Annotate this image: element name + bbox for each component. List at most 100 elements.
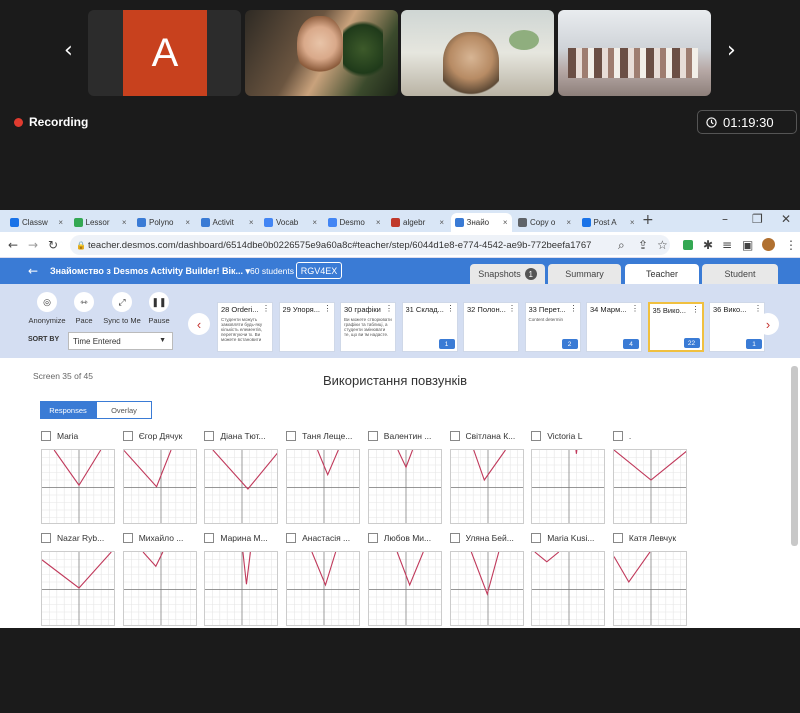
overlay-toggle[interactable]: Overlay bbox=[96, 401, 152, 419]
student-graph[interactable] bbox=[286, 551, 361, 626]
extension-icon[interactable] bbox=[683, 240, 693, 250]
screens-next-button[interactable]: › bbox=[757, 313, 779, 335]
screen-card[interactable]: 30 графіки ⋮ Ви можете створювати графіки … bbox=[340, 302, 396, 352]
student-checkbox[interactable] bbox=[204, 431, 215, 441]
student-checkbox[interactable] bbox=[367, 431, 378, 441]
student-graph[interactable] bbox=[612, 449, 687, 524]
class-code[interactable]: RGV4EX bbox=[296, 262, 342, 279]
card-menu-icon[interactable]: ⋮ bbox=[570, 304, 578, 313]
browser-tab[interactable]: Vocab × bbox=[260, 213, 321, 232]
card-menu-icon[interactable]: ⋮ bbox=[631, 304, 639, 313]
close-tab-icon[interactable]: × bbox=[312, 218, 321, 227]
scrollbar[interactable] bbox=[791, 366, 798, 546]
close-tab-icon[interactable]: × bbox=[503, 218, 512, 227]
participant-tile-a[interactable]: A bbox=[88, 10, 241, 96]
forward-icon[interactable]: → bbox=[28, 238, 38, 252]
browser-tab[interactable]: algebr × bbox=[387, 213, 448, 232]
close-tab-icon[interactable]: × bbox=[58, 218, 67, 227]
card-menu-icon[interactable]: ⋮ bbox=[324, 304, 332, 313]
screen-card[interactable]: 29 Упоря... ⋮ bbox=[278, 302, 335, 352]
screen-card[interactable]: 28 Orderi... ⋮ Студенти можуть замовляти б… bbox=[217, 302, 273, 352]
tab-teacher[interactable]: Teacher bbox=[625, 264, 699, 284]
puzzle-icon[interactable]: ✱ bbox=[703, 238, 713, 252]
screen-card[interactable]: 35 Вико... ⋮ 22 bbox=[647, 302, 704, 352]
student-checkbox[interactable] bbox=[122, 431, 133, 441]
student-graph[interactable] bbox=[41, 551, 115, 626]
sidebar-icon[interactable]: ▣ bbox=[742, 238, 753, 252]
card-menu-icon[interactable]: ⋮ bbox=[447, 304, 455, 313]
header-back-icon[interactable]: ← bbox=[28, 264, 38, 278]
student-checkbox[interactable] bbox=[41, 533, 51, 543]
screen-card[interactable]: 32 Полон... ⋮ bbox=[463, 302, 519, 352]
student-checkbox[interactable] bbox=[286, 431, 297, 441]
card-menu-icon[interactable]: ⋮ bbox=[262, 304, 270, 313]
browser-menu-icon[interactable]: ⋮ bbox=[785, 238, 797, 252]
share-icon[interactable]: ⇪ bbox=[638, 238, 648, 252]
student-checkbox[interactable] bbox=[449, 533, 460, 543]
close-tab-icon[interactable]: × bbox=[185, 218, 194, 227]
browser-tab[interactable]: Desmo × bbox=[324, 213, 385, 232]
bookmark-star-icon[interactable]: ☆ bbox=[657, 238, 668, 252]
browser-tab[interactable]: Activit × bbox=[197, 213, 258, 232]
student-graph[interactable] bbox=[367, 449, 442, 524]
card-menu-icon[interactable]: ⋮ bbox=[508, 304, 516, 313]
url-field[interactable]: 🔒 teacher.desmos.com/dashboard/6514dbe0b… bbox=[70, 235, 670, 255]
profile-avatar[interactable] bbox=[762, 238, 775, 251]
browser-tab[interactable]: Copy o × bbox=[514, 213, 575, 232]
screen-card[interactable]: 33 Перет... ⋮ Content determin 2 bbox=[524, 302, 581, 352]
student-graph[interactable] bbox=[122, 551, 197, 626]
student-checkbox[interactable] bbox=[122, 533, 133, 543]
student-checkbox[interactable] bbox=[449, 431, 460, 441]
minimize-icon[interactable]: – bbox=[722, 212, 728, 226]
close-tab-icon[interactable]: × bbox=[376, 218, 385, 227]
card-menu-icon[interactable]: ⋮ bbox=[385, 304, 393, 313]
student-checkbox[interactable] bbox=[204, 533, 215, 543]
browser-tab[interactable]: Classw × bbox=[6, 213, 67, 232]
student-graph[interactable] bbox=[612, 551, 687, 626]
queue-icon[interactable]: ≡ bbox=[722, 238, 732, 252]
student-graph[interactable] bbox=[449, 551, 524, 626]
responses-toggle[interactable]: Responses bbox=[40, 401, 96, 419]
close-tab-icon[interactable]: × bbox=[566, 218, 575, 227]
reload-icon[interactable]: ↻ bbox=[48, 238, 58, 252]
student-graph[interactable] bbox=[204, 551, 279, 626]
browser-tab[interactable]: Post A × bbox=[578, 213, 639, 232]
student-checkbox[interactable] bbox=[41, 431, 51, 441]
back-icon[interactable]: ← bbox=[8, 238, 18, 252]
restore-icon[interactable]: ❐ bbox=[752, 212, 763, 226]
student-graph[interactable] bbox=[122, 449, 197, 524]
student-checkbox[interactable] bbox=[531, 431, 542, 441]
next-participants-icon[interactable]: › bbox=[727, 40, 736, 62]
screen-card[interactable]: 34 Марм... ⋮ 4 bbox=[586, 302, 642, 352]
browser-tab[interactable]: Знайо × bbox=[450, 213, 512, 232]
activity-title[interactable]: Знайомство з Desmos Activity Builder! Ві… bbox=[50, 266, 250, 277]
close-tab-icon[interactable]: × bbox=[439, 218, 448, 227]
student-graph[interactable] bbox=[204, 449, 279, 524]
tab-snapshots[interactable]: Snapshots 1 bbox=[470, 264, 545, 284]
card-menu-icon[interactable]: ⋮ bbox=[754, 304, 762, 313]
tab-summary[interactable]: Summary bbox=[548, 264, 621, 284]
student-graph[interactable] bbox=[531, 449, 606, 524]
new-tab-button[interactable]: + bbox=[642, 213, 654, 227]
screen-card[interactable]: 31 Склад... ⋮ 1 bbox=[401, 302, 458, 352]
sort-select[interactable]: Time Entered ▼ bbox=[68, 332, 173, 350]
close-tab-icon[interactable]: × bbox=[249, 218, 258, 227]
student-checkbox[interactable] bbox=[531, 533, 542, 543]
card-menu-icon[interactable]: ⋮ bbox=[692, 305, 700, 314]
browser-tab[interactable]: Polyno × bbox=[133, 213, 194, 232]
pause-button[interactable]: ❚❚ Pause bbox=[135, 292, 183, 325]
student-graph[interactable] bbox=[531, 551, 606, 626]
student-checkbox[interactable] bbox=[367, 533, 378, 543]
close-tab-icon[interactable]: × bbox=[122, 218, 131, 227]
tab-student[interactable]: Student bbox=[702, 264, 778, 284]
prev-participants-icon[interactable]: ‹ bbox=[64, 40, 73, 62]
student-graph[interactable] bbox=[367, 551, 442, 626]
close-window-icon[interactable]: ✕ bbox=[781, 212, 791, 226]
student-graph[interactable] bbox=[286, 449, 361, 524]
participant-video-3[interactable] bbox=[558, 10, 711, 96]
student-checkbox[interactable] bbox=[612, 431, 623, 441]
close-tab-icon[interactable]: × bbox=[630, 218, 639, 227]
participant-video-1[interactable] bbox=[245, 10, 398, 96]
student-graph[interactable] bbox=[41, 449, 115, 524]
zoom-icon[interactable]: ⌕ bbox=[618, 238, 625, 252]
